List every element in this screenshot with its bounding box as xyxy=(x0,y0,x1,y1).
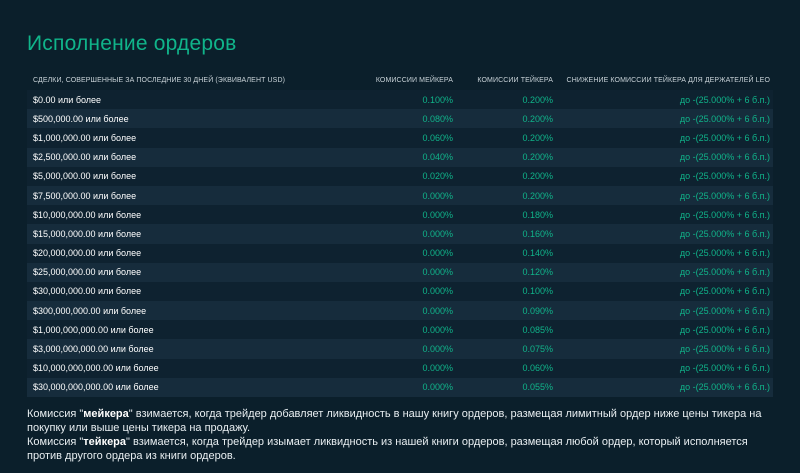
taker-fee-cell: 0.055% xyxy=(522,382,553,393)
taker-fee-cell: 0.090% xyxy=(522,305,553,316)
maker-fee-cell: 0.000% xyxy=(422,228,453,239)
leo-discount-cell: до -(25.000% + 6 б.п.) xyxy=(679,228,770,239)
leo-discount-cell: до -(25.000% + 6 б.п.) xyxy=(679,113,770,124)
table-row: $15,000,000.00 или более 0.000% 0.160% до -… xyxy=(27,224,773,244)
maker-fee-cell: 0.000% xyxy=(422,382,453,393)
volume-cell: $20,000,000.00 или более xyxy=(33,248,142,259)
volume-cell: $30,000,000.00 или более xyxy=(33,286,142,297)
table-row: $7,500,000.00 или более 0.000% 0.200% до -(… xyxy=(27,185,773,206)
header-volume: СДЕЛКИ, СОВЕРШЕННЫЕ ЗА ПОСЛЕДНИЕ 30 ДНЕЙ… xyxy=(33,77,286,84)
volume-cell: $10,000,000,000.00 или более xyxy=(33,363,159,374)
table-body: $0.00 или более 0.100% 0.200% до -(25.000% … xyxy=(27,90,773,397)
table-row: $30,000,000,000.00 или более 0.000% 0.055%… xyxy=(27,377,773,397)
maker-fee-cell: 0.080% xyxy=(422,113,453,124)
table-row: $300,000,000.00 или более 0.000% 0.090% до … xyxy=(27,301,773,321)
table-row: $0.00 или более 0.100% 0.200% до -(25.000% … xyxy=(27,90,773,110)
table-row: $500,000.00 или более 0.080% 0.200% до -(25… xyxy=(27,109,773,129)
leo-discount-cell: до -(25.000% + 6 б.п.) xyxy=(679,190,770,201)
leo-discount-cell: до -(25.000% + 6 б.п.) xyxy=(679,344,770,355)
table-row: $30,000,000.00 или более 0.000% 0.100% до -… xyxy=(27,281,773,302)
volume-cell: $5,000,000.00 или более xyxy=(33,171,137,182)
taker-fee-cell: 0.100% xyxy=(522,286,553,297)
leo-discount-cell: до -(25.000% + 6 б.п.) xyxy=(679,363,770,374)
taker-note: Комиссия "тейкера" взимается, когда трей… xyxy=(27,436,748,462)
leo-discount-cell: до -(25.000% + 6 б.п.) xyxy=(679,267,770,278)
taker-fee-cell: 0.200% xyxy=(522,113,553,124)
leo-discount-cell: до -(25.000% + 6 б.п.) xyxy=(679,324,770,335)
taker-fee-cell: 0.180% xyxy=(522,209,553,220)
taker-fee-cell: 0.200% xyxy=(522,171,553,182)
table-row: $20,000,000.00 или более 0.000% 0.140% до -… xyxy=(27,243,773,263)
leo-discount-cell: до -(25.000% + 6 б.п.) xyxy=(679,171,770,182)
maker-term: мейкера xyxy=(83,408,129,420)
taker-fee-cell: 0.200% xyxy=(522,190,553,201)
taker-fee-cell: 0.200% xyxy=(522,152,553,163)
taker-fee-cell: 0.085% xyxy=(522,324,553,335)
leo-discount-cell: до -(25.000% + 6 б.п.) xyxy=(679,305,770,316)
volume-cell: $7,500,000.00 или более xyxy=(33,190,137,201)
taker-fee-cell: 0.200% xyxy=(522,94,553,105)
table-row: $1,000,000.00 или более 0.060% 0.200% до -(… xyxy=(27,128,773,148)
taker-fee-cell: 0.200% xyxy=(522,132,553,143)
leo-discount-cell: до -(25.000% + 6 б.п.) xyxy=(679,152,770,163)
table-row: $5,000,000.00 или более 0.020% 0.200% до -(… xyxy=(27,166,773,186)
maker-fee-cell: 0.000% xyxy=(422,324,453,335)
fee-notes: Комиссия "мейкера" взимается, когда трей… xyxy=(27,407,767,463)
maker-fee-cell: 0.020% xyxy=(422,171,453,182)
maker-fee-cell: 0.000% xyxy=(422,248,453,259)
leo-discount-cell: до -(25.000% + 6 б.п.) xyxy=(679,382,770,393)
maker-fee-cell: 0.060% xyxy=(422,132,453,143)
maker-fee-cell: 0.000% xyxy=(422,305,453,316)
maker-fee-cell: 0.000% xyxy=(422,344,453,355)
maker-fee-cell: 0.100% xyxy=(422,94,453,105)
volume-cell: $25,000,000.00 или более xyxy=(33,267,142,278)
maker-fee-cell: 0.000% xyxy=(422,190,453,201)
table-header: СДЕЛКИ, СОВЕРШЕННЫЕ ЗА ПОСЛЕДНИЕ 30 ДНЕЙ… xyxy=(27,71,773,90)
taker-term: тейкера xyxy=(83,436,127,448)
maker-fee-cell: 0.000% xyxy=(422,267,453,278)
fees-table: СДЕЛКИ, СОВЕРШЕННЫЕ ЗА ПОСЛЕДНИЕ 30 ДНЕЙ… xyxy=(27,71,773,397)
maker-fee-cell: 0.000% xyxy=(422,363,453,374)
header-maker-fee: КОМИССИИ МЕЙКЕРА xyxy=(375,77,453,84)
maker-fee-cell: 0.000% xyxy=(422,286,453,297)
maker-note: Комиссия "мейкера" взимается, когда трей… xyxy=(27,408,762,434)
table-row: $10,000,000.00 или более 0.000% 0.180% до -… xyxy=(27,205,773,225)
volume-cell: $1,000,000.00 или более xyxy=(33,132,137,143)
volume-cell: $30,000,000,000.00 или более xyxy=(33,382,159,393)
volume-cell: $300,000,000.00 или более xyxy=(33,305,147,316)
volume-cell: $3,000,000,000.00 или более xyxy=(33,344,154,355)
maker-fee-cell: 0.040% xyxy=(422,152,453,163)
taker-fee-cell: 0.060% xyxy=(522,363,553,374)
leo-discount-cell: до -(25.000% + 6 б.п.) xyxy=(679,209,770,220)
leo-discount-cell: до -(25.000% + 6 б.п.) xyxy=(679,248,770,259)
table-row: $10,000,000,000.00 или более 0.000% 0.060%… xyxy=(27,358,773,378)
volume-cell: $10,000,000.00 или более xyxy=(33,209,142,220)
taker-fee-cell: 0.120% xyxy=(522,267,553,278)
table-row: $25,000,000.00 или более 0.000% 0.120% до -… xyxy=(27,262,773,282)
volume-cell: $2,500,000.00 или более xyxy=(33,152,137,163)
volume-cell: $0.00 или более xyxy=(33,94,102,105)
volume-cell: $1,000,000,000.00 или более xyxy=(33,324,154,335)
taker-fee-cell: 0.160% xyxy=(522,228,553,239)
leo-discount-cell: до -(25.000% + 6 б.п.) xyxy=(679,94,770,105)
fees-page: Исполнение ордеров СДЕЛКИ, СОВЕРШЕННЫЕ З… xyxy=(0,0,800,473)
header-leo-discount: СНИЖЕНИЕ КОМИССИИ ТЕЙКЕРА ДЛЯ ДЕРЖАТЕЛЕЙ… xyxy=(566,77,770,84)
taker-fee-cell: 0.140% xyxy=(522,248,553,259)
volume-cell: $15,000,000.00 или более xyxy=(33,228,142,239)
table-row: $3,000,000,000.00 или более 0.000% 0.075% д… xyxy=(27,339,773,359)
leo-discount-cell: до -(25.000% + 6 б.п.) xyxy=(679,286,770,297)
maker-fee-cell: 0.000% xyxy=(422,209,453,220)
leo-discount-cell: до -(25.000% + 6 б.п.) xyxy=(679,132,770,143)
table-row: $2,500,000.00 или более 0.040% 0.200% до -(… xyxy=(27,147,773,167)
volume-cell: $500,000.00 или более xyxy=(33,113,129,124)
taker-fee-cell: 0.075% xyxy=(522,344,553,355)
table-row: $1,000,000,000.00 или более 0.000% 0.085% д… xyxy=(27,320,773,340)
header-taker-fee: КОМИССИИ ТЕЙКЕРА xyxy=(477,77,553,84)
page-title: Исполнение ордеров xyxy=(27,32,237,56)
